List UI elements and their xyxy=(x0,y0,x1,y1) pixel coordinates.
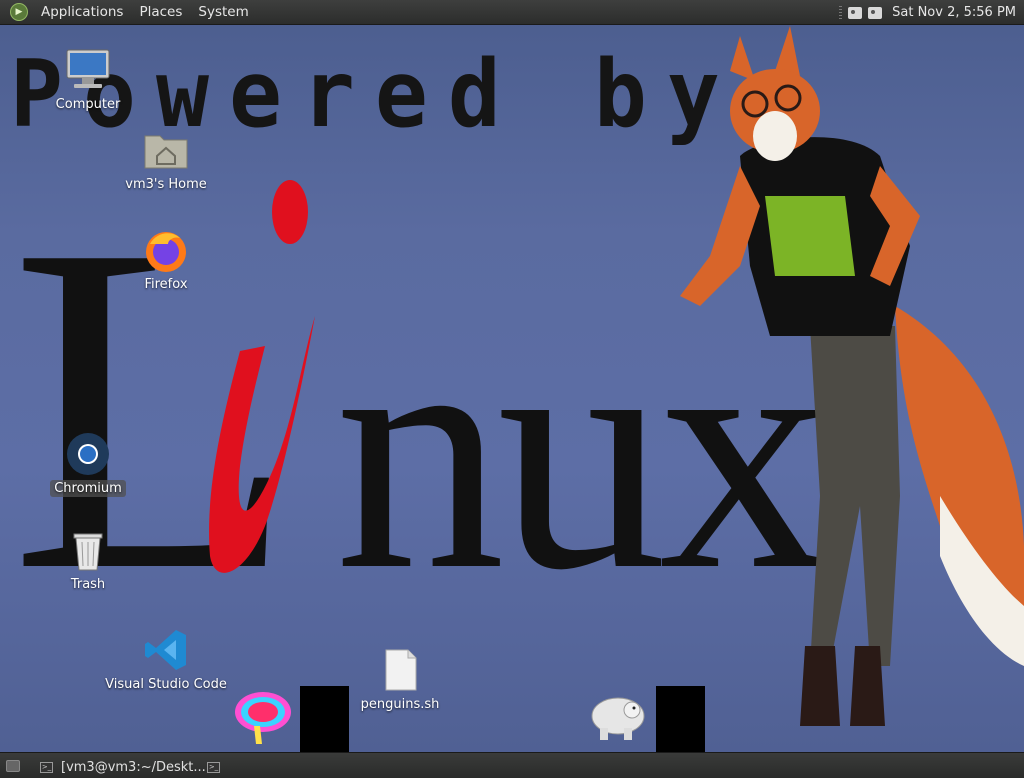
mate-menu-icon[interactable]: ▶ xyxy=(10,3,28,21)
show-desktop-icon[interactable] xyxy=(6,759,20,772)
file-icon xyxy=(376,646,424,694)
trash-label: Trash xyxy=(70,577,106,592)
home-label: vm3's Home xyxy=(125,177,207,192)
system-tray: Sat Nov 2, 5:56 PM xyxy=(839,0,1016,25)
terminal-task-label: [vm3@vm3:~/Deskt... xyxy=(61,759,206,775)
polar-bear-image-icon[interactable] xyxy=(588,688,648,746)
terminal-icon: >_ xyxy=(207,761,220,773)
computer-desktop-icon[interactable]: Computer xyxy=(28,46,148,113)
home-folder-icon xyxy=(142,126,190,174)
terminal-icon: >_ xyxy=(40,761,53,773)
system-menu[interactable]: System xyxy=(190,0,256,25)
firefox-label: Firefox xyxy=(144,277,188,292)
vscode-icon xyxy=(142,626,190,674)
notification-icon[interactable] xyxy=(868,6,883,19)
penguins-sh-desktop-icon[interactable]: penguins.sh xyxy=(340,646,460,713)
applications-menu[interactable]: Applications xyxy=(33,0,131,25)
places-menu[interactable]: Places xyxy=(131,0,190,25)
panel-separator xyxy=(839,5,843,20)
computer-icon xyxy=(64,46,112,94)
penguins-label: penguins.sh xyxy=(360,697,440,712)
firefox-icon xyxy=(142,226,190,274)
chromium-icon xyxy=(64,430,112,478)
network-icon[interactable] xyxy=(848,6,863,19)
second-task-button[interactable]: >_ xyxy=(207,757,228,777)
top-panel: ▶ Applications Places System Sat Nov 2, … xyxy=(0,0,1024,25)
vscode-label: Visual Studio Code xyxy=(105,677,227,692)
brain-image-icon[interactable] xyxy=(232,688,294,746)
chromium-label: Chromium xyxy=(50,480,126,497)
terminal-task-button[interactable]: >_ [vm3@vm3:~/Deskt... xyxy=(40,757,206,777)
chromium-desktop-icon[interactable]: Chromium xyxy=(28,430,148,497)
trash-desktop-icon[interactable]: Trash xyxy=(28,526,148,593)
trash-icon xyxy=(64,526,112,574)
home-desktop-icon[interactable]: vm3's Home xyxy=(106,126,226,193)
fox-mascot-image xyxy=(680,26,1024,726)
clock[interactable]: Sat Nov 2, 5:56 PM xyxy=(892,5,1016,20)
vscode-desktop-icon[interactable]: Visual Studio Code xyxy=(105,626,227,693)
computer-label: Computer xyxy=(55,97,121,112)
firefox-desktop-icon[interactable]: Firefox xyxy=(106,226,226,293)
